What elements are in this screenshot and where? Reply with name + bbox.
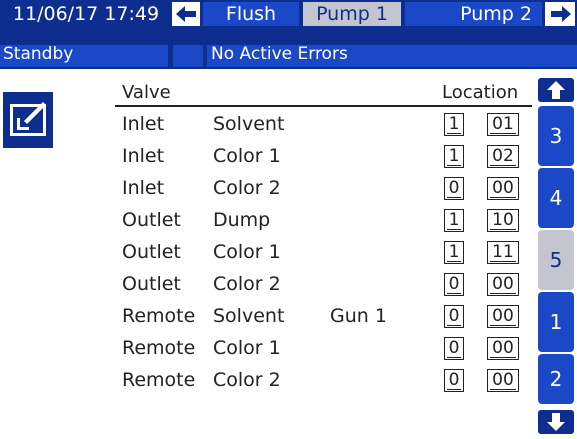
location-valve-field[interactable]: 00	[487, 305, 519, 328]
valve-extra: Gun 1	[330, 305, 387, 327]
tab-flush[interactable]: Flush	[203, 2, 299, 26]
table-row: Outlet Color 2 0 00	[0, 273, 536, 305]
table-row: Remote Color 1 0 00	[0, 337, 536, 369]
location-module-field[interactable]: 1	[444, 113, 464, 136]
arrow-down-icon	[547, 413, 565, 431]
table-row: Inlet Color 2 0 00	[0, 177, 536, 209]
location-module-field[interactable]: 0	[444, 177, 464, 200]
prev-screen-button[interactable]	[172, 2, 200, 26]
valve-type: Remote	[122, 305, 196, 327]
valve-name: Color 2	[213, 369, 281, 391]
page-button-2[interactable]: 2	[538, 354, 574, 404]
location-valve-field[interactable]: 01	[487, 113, 519, 136]
table-row: Inlet Color 1 1 02	[0, 145, 536, 177]
page-button-1[interactable]: 1	[538, 292, 574, 352]
table-row: Outlet Dump 1 10	[0, 209, 536, 241]
location-column-header: Location	[442, 82, 519, 103]
valve-name: Solvent	[213, 305, 285, 327]
status-mode: Standby	[3, 44, 74, 64]
table-row: Outlet Color 1 1 11	[0, 241, 536, 273]
location-valve-field[interactable]: 00	[487, 337, 519, 360]
header-divider	[115, 105, 532, 107]
location-valve-field[interactable]: 10	[487, 209, 519, 232]
next-screen-button[interactable]	[545, 2, 575, 26]
valve-type: Inlet	[122, 145, 165, 167]
scroll-up-button[interactable]	[538, 78, 574, 102]
valve-type: Outlet	[122, 209, 181, 231]
valve-name: Color 1	[213, 241, 281, 263]
valve-name: Color 1	[213, 145, 281, 167]
arrow-left-icon	[176, 6, 196, 22]
location-module-field[interactable]: 1	[444, 145, 464, 168]
location-module-field[interactable]: 1	[444, 209, 464, 232]
location-module-field[interactable]: 1	[444, 241, 464, 264]
scroll-down-button[interactable]	[538, 410, 574, 434]
valve-name: Solvent	[213, 113, 285, 135]
valve-column-header: Valve	[122, 82, 171, 103]
page-button-5[interactable]: 5	[538, 230, 574, 290]
location-valve-field[interactable]: 00	[487, 369, 519, 392]
valve-type: Remote	[122, 337, 196, 359]
page-button-4[interactable]: 4	[538, 168, 574, 228]
valve-name: Color 1	[213, 337, 281, 359]
datetime: 11/06/17 17:49	[12, 3, 160, 25]
location-module-field[interactable]: 0	[444, 273, 464, 296]
table-row: Remote Color 2 0 00	[0, 369, 536, 401]
location-valve-field[interactable]: 00	[487, 273, 519, 296]
error-status: No Active Errors	[211, 44, 348, 64]
valve-type: Inlet	[122, 113, 165, 135]
tab-pump-1[interactable]: Pump 1	[303, 2, 401, 26]
status-indicator	[173, 45, 203, 67]
tab-pump-2[interactable]: Pump 2	[405, 2, 542, 26]
location-module-field[interactable]: 0	[444, 305, 464, 328]
valve-name: Dump	[213, 209, 271, 231]
valve-type: Remote	[122, 369, 196, 391]
table-row: Remote Solvent Gun 1 0 00	[0, 305, 536, 337]
valve-type: Outlet	[122, 241, 181, 263]
valve-type: Outlet	[122, 273, 181, 295]
location-valve-field[interactable]: 11	[487, 241, 519, 264]
location-valve-field[interactable]: 00	[487, 177, 519, 200]
valve-name: Color 2	[213, 177, 281, 199]
valve-type: Inlet	[122, 177, 165, 199]
arrow-up-icon	[547, 81, 565, 99]
location-module-field[interactable]: 0	[444, 369, 464, 392]
page-button-3[interactable]: 3	[538, 106, 574, 166]
table-row: Inlet Solvent 1 01	[0, 113, 536, 145]
location-valve-field[interactable]: 02	[487, 145, 519, 168]
location-module-field[interactable]: 0	[444, 337, 464, 360]
valve-name: Color 2	[213, 273, 281, 295]
arrow-right-icon	[551, 6, 571, 22]
